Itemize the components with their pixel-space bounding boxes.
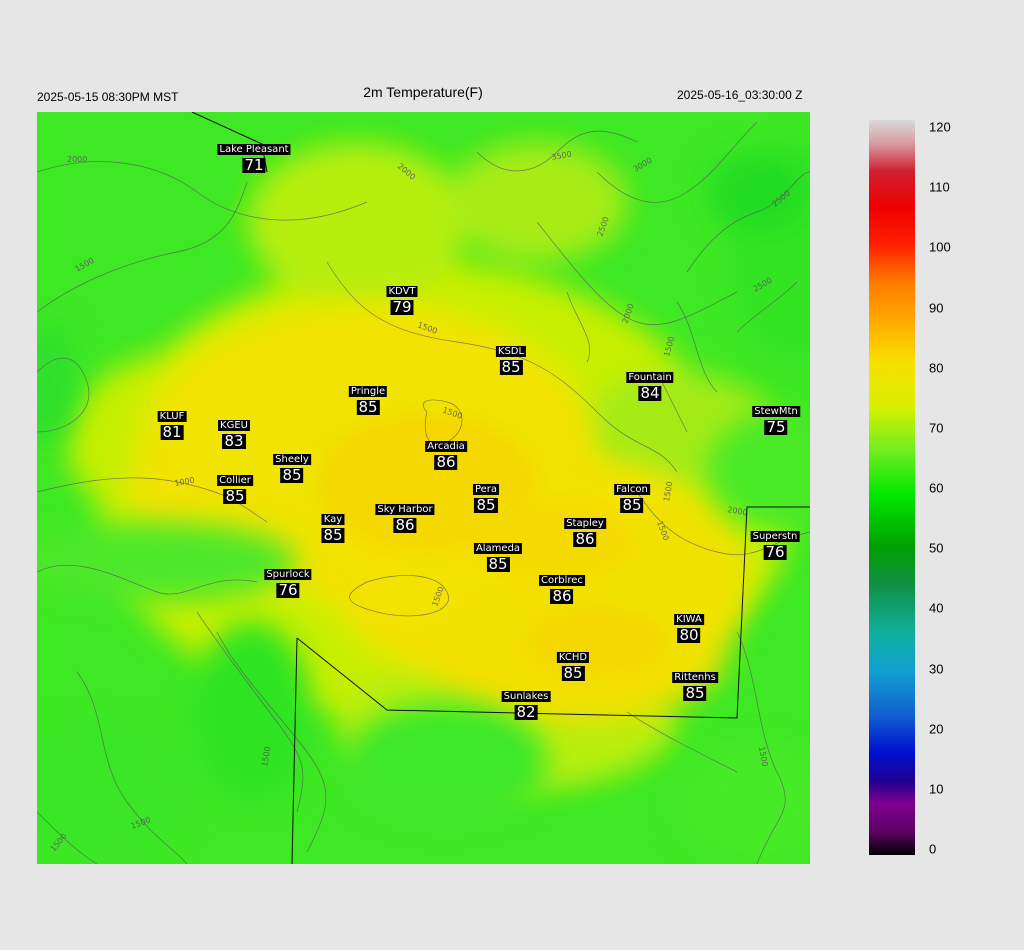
colorbar-tick-label: 70 xyxy=(929,420,944,436)
station-name: Lake Pleasant xyxy=(217,144,291,155)
station[interactable]: Stapley 86 xyxy=(564,513,606,547)
colorbar-tick-label: 100 xyxy=(929,239,951,255)
station-value: 82 xyxy=(514,703,538,721)
station[interactable]: StewMtn 75 xyxy=(752,401,800,435)
station-value: 85 xyxy=(486,555,510,573)
temperature-map[interactable]: 2000 1500 1500 2000 2500 3000 3500 2500 … xyxy=(37,112,810,864)
station[interactable]: KCHD 85 xyxy=(556,647,590,682)
colorbar-tick-label: 120 xyxy=(929,119,951,135)
colorbar-tick-label: 30 xyxy=(929,661,944,676)
colorbar-scale xyxy=(869,120,915,855)
station-name: KGEU xyxy=(218,420,250,431)
station-value: 75 xyxy=(764,418,788,436)
station-value: 71 xyxy=(242,156,266,174)
station[interactable]: Sky Harbor 86 xyxy=(375,499,435,534)
station[interactable]: KDVT 79 xyxy=(386,281,418,316)
station-name: KDVT xyxy=(386,286,418,297)
station-value: 81 xyxy=(160,423,184,441)
station[interactable]: Collier 85 xyxy=(217,470,253,504)
station[interactable]: KSDL 85 xyxy=(495,341,527,376)
station[interactable]: Pringle 85 xyxy=(348,381,388,416)
station[interactable]: KLUF 81 xyxy=(157,406,187,441)
station[interactable]: Rittenhs 85 xyxy=(672,667,718,701)
station-value: 85 xyxy=(683,684,707,702)
station-value: 85 xyxy=(321,526,345,544)
station[interactable]: Lake Pleasant 71 xyxy=(217,139,291,174)
station-value: 85 xyxy=(223,487,247,505)
utc-time: 2025-05-16_03:30:00 Z xyxy=(677,88,803,102)
station[interactable]: KIWA 80 xyxy=(674,609,704,643)
station-name: Pringle xyxy=(348,386,388,397)
station-name: KLUF xyxy=(157,411,187,422)
station-name: Arcadia xyxy=(425,441,467,452)
station-value: 80 xyxy=(677,626,701,644)
station-name: Pera xyxy=(472,484,500,495)
station-name: Sunlakes xyxy=(501,691,551,702)
station-name: Fountain xyxy=(626,372,674,383)
colorbar-tick-label: 20 xyxy=(929,721,944,737)
station-value: 85 xyxy=(620,496,644,514)
station-name: Collier xyxy=(217,475,253,486)
station[interactable]: KGEU 83 xyxy=(218,415,250,449)
station[interactable]: Sheely 85 xyxy=(273,449,311,483)
station[interactable]: Alameda 85 xyxy=(473,538,523,573)
station[interactable]: Falcon 85 xyxy=(614,479,650,513)
station[interactable]: Corblrec 86 xyxy=(539,570,585,604)
station-name: Sheely xyxy=(273,454,311,465)
station[interactable]: Fountain 84 xyxy=(626,367,674,402)
station-value: 86 xyxy=(573,530,597,548)
station-name: Sky Harbor xyxy=(375,504,435,515)
station-value: 85 xyxy=(474,496,498,514)
station-value: 79 xyxy=(390,298,414,316)
station[interactable]: Sunlakes 82 xyxy=(501,686,551,721)
station-name: KIWA xyxy=(674,614,704,625)
station-value: 85 xyxy=(561,664,585,682)
station-name: Corblrec xyxy=(539,575,585,586)
station-name: Alameda xyxy=(473,543,523,554)
station-value: 86 xyxy=(434,453,458,471)
station-name: Stapley xyxy=(564,518,606,529)
colorbar xyxy=(869,120,915,855)
colorbar-tick-label: 40 xyxy=(929,600,944,616)
colorbar-tick-label: 50 xyxy=(929,540,944,556)
station-value: 76 xyxy=(763,543,787,561)
station-name: Rittenhs xyxy=(672,672,718,683)
station[interactable]: Kay 85 xyxy=(321,509,345,544)
station-value: 76 xyxy=(276,581,300,599)
station-name: Kay xyxy=(321,514,345,525)
colorbar-tick-label: 10 xyxy=(929,781,944,797)
temperature-field: 2000 1500 1500 2000 2500 3000 3500 2500 … xyxy=(37,112,810,864)
colorbar-tick-label: 0 xyxy=(929,841,937,857)
station-name: Falcon xyxy=(614,484,650,495)
station[interactable]: Arcadia 86 xyxy=(425,436,467,470)
colorbar-tick-label: 110 xyxy=(929,179,950,195)
colorbar-tick-label: 60 xyxy=(929,480,944,496)
colorbar-tick-label: 80 xyxy=(929,360,944,376)
colorbar-gradient xyxy=(869,120,915,855)
station-value: 86 xyxy=(550,587,574,605)
station-value: 85 xyxy=(499,358,523,376)
station-name: KCHD xyxy=(556,652,590,663)
station-value: 85 xyxy=(280,466,304,484)
station[interactable]: Spurlock 76 xyxy=(264,564,312,599)
station-name: KSDL xyxy=(495,346,527,357)
station-value: 84 xyxy=(638,384,662,402)
station[interactable]: Superstn 76 xyxy=(750,526,800,561)
station-name: StewMtn xyxy=(752,406,800,417)
station-value: 86 xyxy=(393,516,417,534)
contour-label: 2000 xyxy=(67,155,87,164)
colorbar-tick-label: 90 xyxy=(929,300,944,315)
station-value: 85 xyxy=(356,398,380,416)
station-value: 83 xyxy=(222,432,246,450)
station-name: Superstn xyxy=(750,531,800,542)
station[interactable]: Pera 85 xyxy=(472,479,500,514)
station-name: Spurlock xyxy=(264,569,312,580)
